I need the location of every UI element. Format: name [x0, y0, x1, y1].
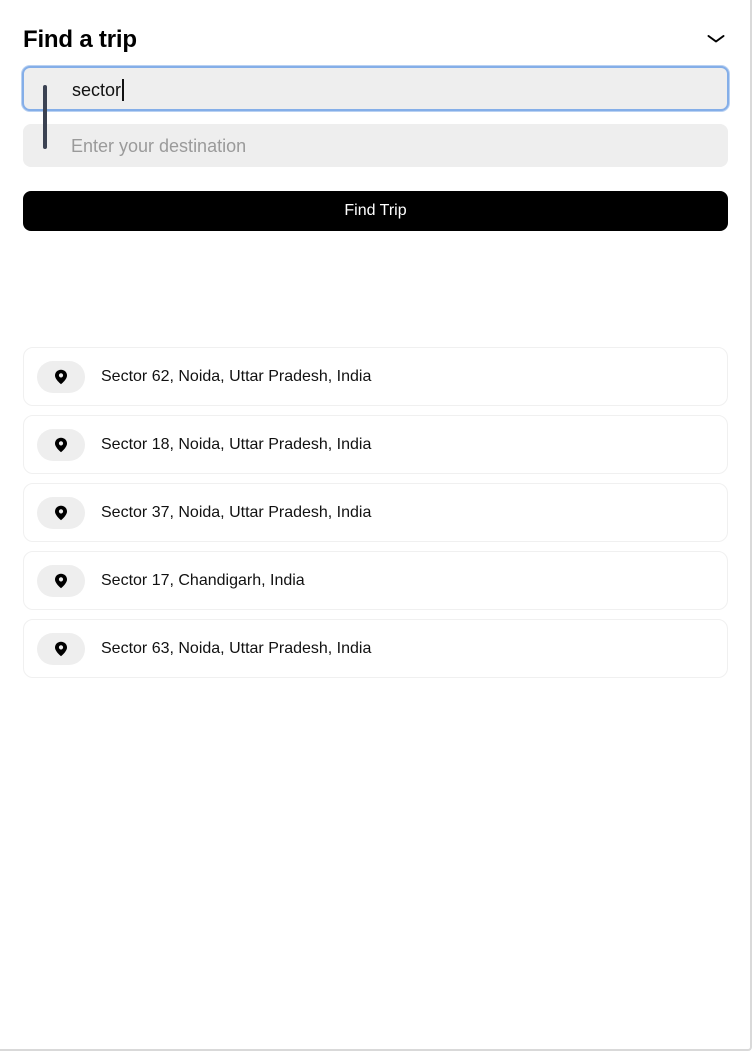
suggestion-label: Sector 62, Noida, Uttar Pradesh, India [101, 368, 372, 385]
suggestion-item[interactable]: Sector 18, Noida, Uttar Pradesh, India [23, 415, 728, 474]
suggestion-item[interactable]: Sector 63, Noida, Uttar Pradesh, India [23, 619, 728, 678]
suggestion-label: Sector 18, Noida, Uttar Pradesh, India [101, 436, 372, 453]
suggestion-list: Sector 62, Noida, Uttar Pradesh, India S… [23, 347, 728, 687]
text-cursor [122, 79, 125, 101]
trip-panel: Find a trip sector Enter your destinatio… [0, 0, 752, 1051]
location-pin-icon [37, 361, 85, 393]
find-trip-button[interactable]: Find Trip [23, 191, 728, 231]
route-connector-line [43, 85, 47, 149]
suggestion-label: Sector 17, Chandigarh, India [101, 572, 305, 589]
suggestion-item[interactable]: Sector 37, Noida, Uttar Pradesh, India [23, 483, 728, 542]
location-pin-icon [37, 497, 85, 529]
pickup-input[interactable]: sector [22, 66, 729, 111]
collapse-button[interactable] [700, 26, 732, 54]
location-pin-icon [37, 565, 85, 597]
location-pin-icon [37, 429, 85, 461]
location-pin-icon [37, 633, 85, 665]
destination-placeholder: Enter your destination [71, 136, 247, 156]
pickup-input-value: sector [72, 80, 122, 100]
suggestion-item[interactable]: Sector 62, Noida, Uttar Pradesh, India [23, 347, 728, 406]
suggestion-label: Sector 63, Noida, Uttar Pradesh, India [101, 640, 372, 657]
suggestion-item[interactable]: Sector 17, Chandigarh, India [23, 551, 728, 610]
panel-title: Find a trip [23, 26, 137, 53]
suggestion-label: Sector 37, Noida, Uttar Pradesh, India [101, 504, 372, 521]
destination-input[interactable]: Enter your destination [23, 124, 728, 167]
chevron-down-icon [707, 31, 725, 49]
